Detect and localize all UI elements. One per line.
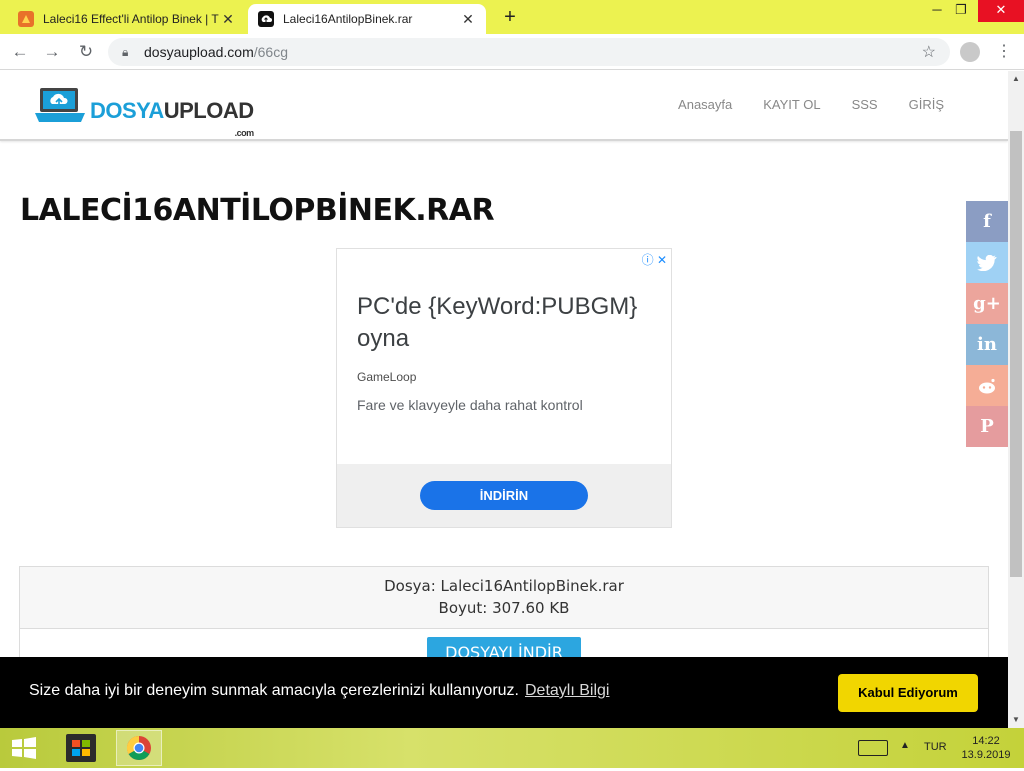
forward-arrow-icon[interactable]: →: [40, 40, 64, 64]
nav-login[interactable]: GİRİŞ: [909, 97, 944, 112]
clock-date: 13.9.2019: [961, 749, 1011, 761]
ad-footer: İNDİRİN: [337, 464, 671, 527]
profile-avatar-icon[interactable]: [960, 42, 980, 62]
nav-register[interactable]: KAYIT OL: [763, 97, 820, 112]
cookie-message-text: Size daha iyi bir deneyim sunmak amacıyl…: [29, 682, 519, 699]
logo-wordmark: DOSYAUPLOAD .com: [90, 98, 254, 139]
chrome-menu-icon[interactable]: ⋮: [996, 40, 1012, 64]
browser-tab-strip: Laleci16 Effect'li Antilop Binek | T ✕ L…: [0, 0, 1024, 34]
cookie-message: Size daha iyi bir deneyim sunmak amacıyl…: [29, 682, 609, 700]
nav-home[interactable]: Anasayfa: [678, 97, 732, 112]
accept-cookies-button[interactable]: Kabul Ediyorum: [838, 674, 978, 712]
file-size-line: Boyut: 307.60 KB: [438, 599, 570, 617]
lock-icon: 🔒︎: [122, 44, 129, 59]
logo-monitor-icon: [35, 88, 85, 122]
scroll-up-icon[interactable]: ▲: [1008, 71, 1024, 87]
twitter-icon[interactable]: [966, 242, 1008, 283]
tab-title: Laleci16AntilopBinek.rar: [283, 12, 413, 26]
site-header: DOSYAUPLOAD .com Anasayfa KAYIT OL SSS G…: [0, 71, 1008, 141]
ad-brand: GameLoop: [357, 370, 417, 384]
address-bar[interactable]: 🔒︎ dosyaupload.com/66cg ☆: [108, 38, 950, 66]
google-plus-icon[interactable]: g+: [966, 283, 1008, 324]
reddit-icon[interactable]: [966, 365, 1008, 406]
tab-laleci16antilopbinek[interactable]: Laleci16AntilopBinek.rar ✕: [248, 4, 486, 34]
ad-body: ⓘ ✕ PC'de {KeyWord:PUBGM} oyna GameLoop …: [337, 249, 671, 464]
close-tab-icon[interactable]: ✕: [460, 11, 476, 28]
scroll-down-icon[interactable]: ▼: [1008, 712, 1024, 728]
file-name-line: Dosya: Laleci16AntilopBinek.rar: [384, 577, 624, 595]
nav-faq[interactable]: SSS: [852, 97, 878, 112]
ad-headline[interactable]: PC'de {KeyWord:PUBGM} oyna: [357, 291, 657, 355]
bookmark-star-icon[interactable]: ☆: [922, 42, 936, 62]
store-app-icon[interactable]: [58, 730, 104, 766]
window-close-icon[interactable]: ✕: [978, 0, 1024, 22]
site-favicon-icon: [18, 11, 34, 27]
file-title: LALECİ16ANTİLOPBİNEK.RAR: [20, 193, 495, 228]
cookie-details-link[interactable]: Detaylı Bilgi: [525, 682, 609, 699]
scrollbar-thumb[interactable]: [1010, 131, 1022, 577]
dosyaupload-logo[interactable]: DOSYAUPLOAD .com: [34, 85, 254, 139]
file-details: Dosya: Laleci16AntilopBinek.rar Boyut: 3…: [20, 567, 988, 629]
back-arrow-icon[interactable]: ←: [8, 40, 32, 64]
close-tab-icon[interactable]: ✕: [220, 11, 236, 28]
logo-text-com: .com: [234, 128, 255, 138]
logo-text-upload: UPLOAD: [163, 98, 254, 123]
new-tab-button[interactable]: +: [498, 6, 522, 30]
browser-toolbar: ← → ↻ 🔒︎ dosyaupload.com/66cg ☆ ⋮: [0, 34, 1024, 70]
ad-choices-icon[interactable]: ⓘ ✕: [642, 251, 667, 268]
social-share-bar: f g+ in P: [966, 201, 1008, 447]
tab-title: Laleci16 Effect'li Antilop Binek | T: [43, 12, 219, 26]
reload-icon[interactable]: ↻: [74, 40, 98, 64]
web-page: DOSYAUPLOAD .com Anasayfa KAYIT OL SSS G…: [0, 71, 1008, 728]
input-language[interactable]: TUR: [924, 741, 947, 753]
ad-install-button[interactable]: İNDİRİN: [420, 481, 588, 510]
windows-taskbar: ▲ TUR 14:22 13.9.2019: [0, 728, 1024, 768]
cookie-consent-bar: Size daha iyi bir deneyim sunmak amacıyl…: [0, 657, 1008, 728]
tab-laleci16-effect[interactable]: Laleci16 Effect'li Antilop Binek | T ✕: [8, 4, 246, 34]
touch-keyboard-icon[interactable]: [858, 740, 888, 756]
logo-text-dosya: DOSYA: [90, 98, 164, 123]
advertisement[interactable]: ⓘ ✕ PC'de {KeyWord:PUBGM} oyna GameLoop …: [336, 248, 672, 528]
clock-time: 14:22: [972, 735, 1000, 747]
dosyaupload-favicon-icon: [258, 11, 274, 27]
restore-icon[interactable]: ❐: [944, 0, 978, 22]
windows-start-icon[interactable]: [8, 736, 40, 760]
ad-description: Fare ve klavyeyle daha rahat kontrol: [357, 397, 583, 413]
url-path: /66cg: [253, 44, 288, 60]
page-scrollbar[interactable]: ▲ ▼: [1008, 71, 1024, 728]
facebook-icon[interactable]: f: [966, 201, 1008, 242]
site-nav: Anasayfa KAYIT OL SSS GİRİŞ: [647, 97, 944, 112]
url-host: dosyaupload.com: [144, 44, 254, 60]
system-clock[interactable]: 14:22 13.9.2019: [958, 734, 1014, 762]
tray-expand-icon[interactable]: ▲: [900, 740, 910, 751]
pinterest-icon[interactable]: P: [966, 406, 1008, 447]
linkedin-icon[interactable]: in: [966, 324, 1008, 365]
chrome-taskbar-icon[interactable]: [116, 730, 162, 766]
